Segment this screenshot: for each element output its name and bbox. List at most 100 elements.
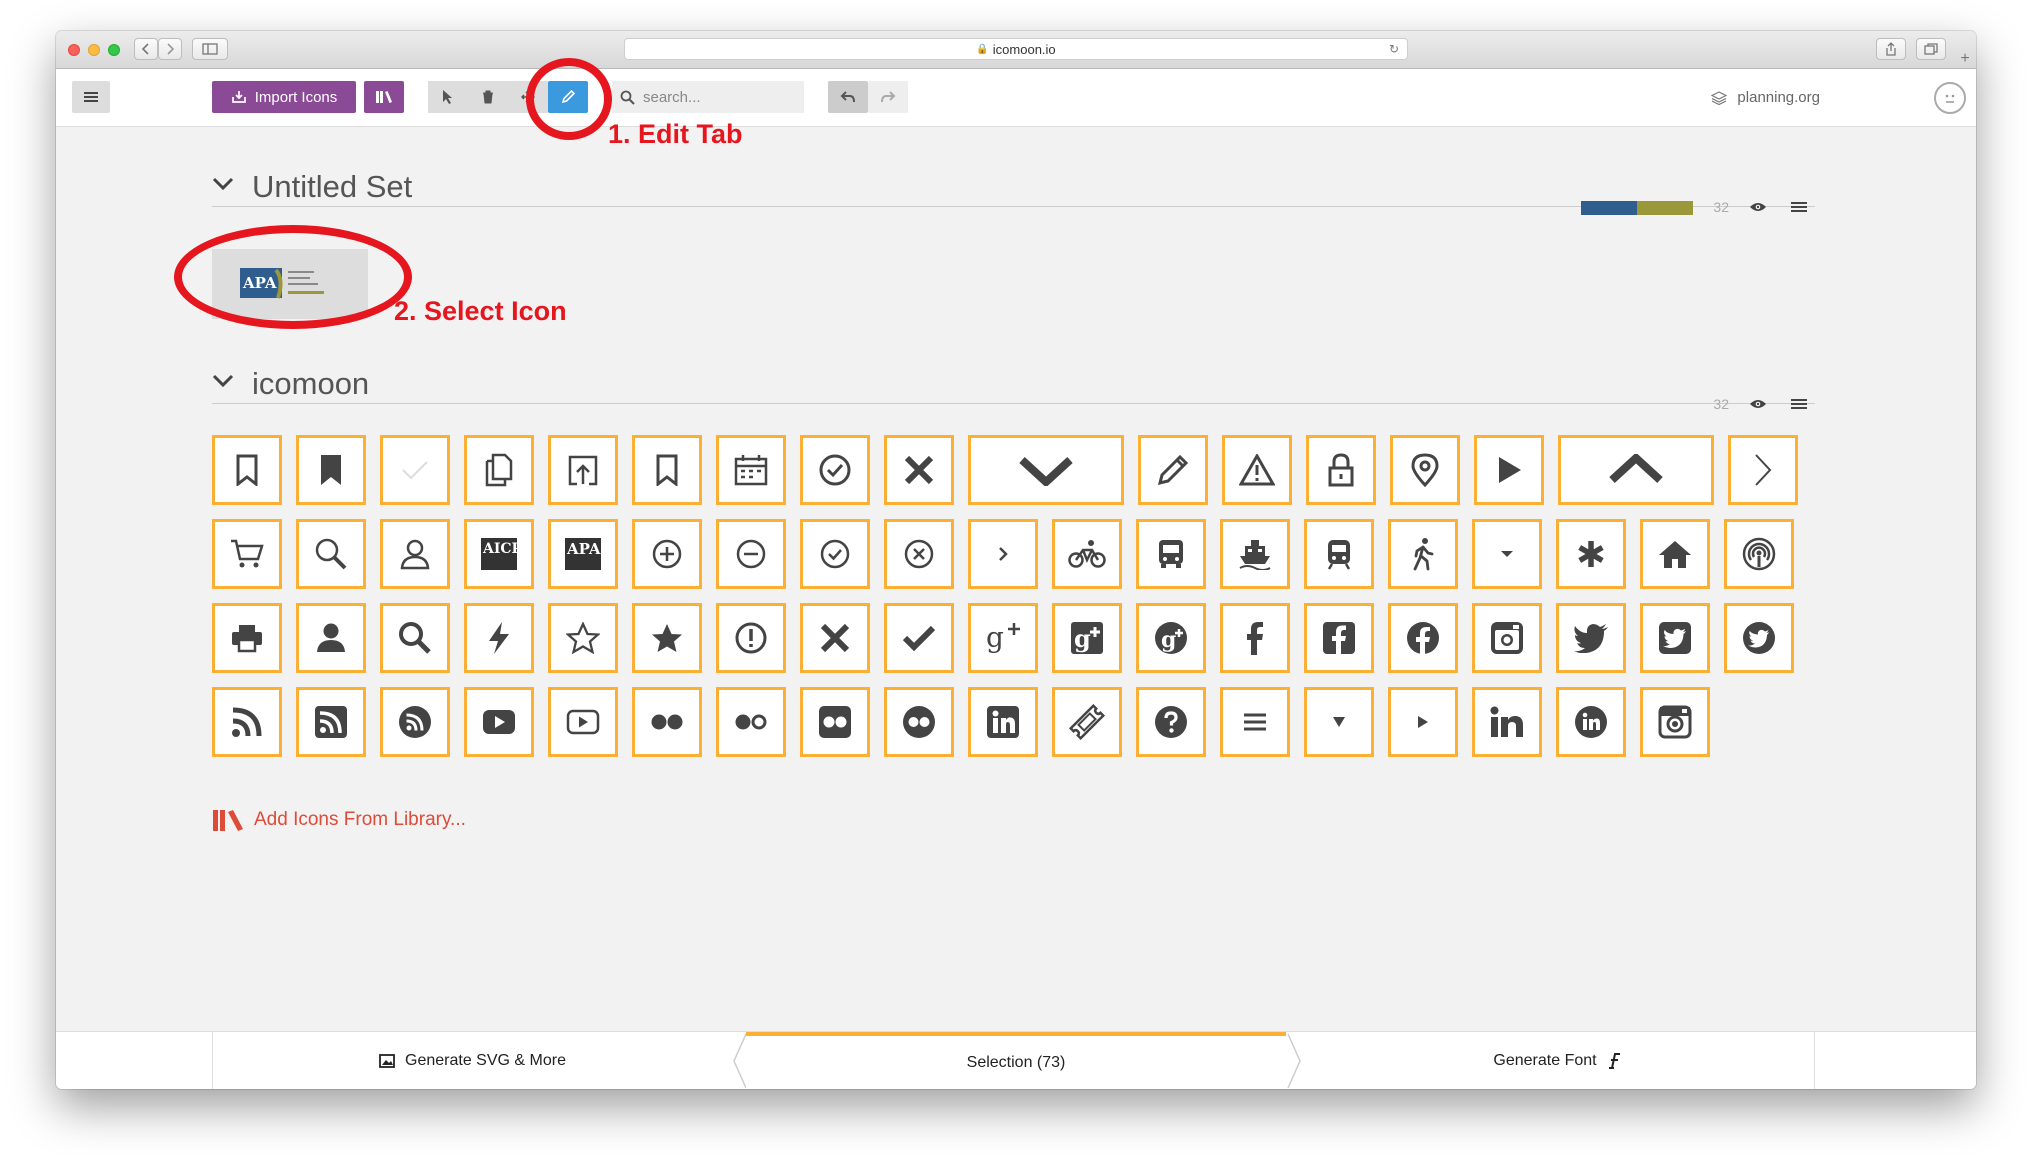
minimize-window-button[interactable] bbox=[88, 44, 100, 56]
bookmark-icon[interactable] bbox=[296, 435, 366, 505]
set-menu-icon[interactable] bbox=[1791, 201, 1807, 213]
back-button[interactable] bbox=[134, 38, 158, 60]
facebook-circle-icon[interactable] bbox=[1388, 603, 1458, 673]
bookmark-outline-icon[interactable] bbox=[212, 435, 282, 505]
tabs-button[interactable] bbox=[1916, 38, 1946, 60]
generate-font-tab[interactable]: Generate Font bbox=[1300, 1032, 1815, 1089]
google-plus-square-icon[interactable]: g bbox=[1052, 603, 1122, 673]
set-title[interactable]: icomoon bbox=[252, 366, 369, 402]
instagram-square-icon[interactable] bbox=[1640, 687, 1710, 757]
checkmark-light-icon[interactable] bbox=[380, 435, 450, 505]
new-tab-button[interactable]: + bbox=[1954, 48, 1976, 70]
twitter-icon[interactable] bbox=[1556, 603, 1626, 673]
search-2-icon[interactable] bbox=[380, 603, 450, 673]
upload-icon[interactable] bbox=[548, 435, 618, 505]
linkedin-square-icon[interactable] bbox=[968, 687, 1038, 757]
twitter-circle-icon[interactable] bbox=[1724, 603, 1794, 673]
google-plus-circle-icon[interactable]: g bbox=[1136, 603, 1206, 673]
generate-svg-tab[interactable]: Generate SVG & More bbox=[212, 1032, 732, 1089]
redo-button[interactable] bbox=[868, 81, 908, 113]
forward-button[interactable] bbox=[158, 38, 182, 60]
facebook-square-icon[interactable] bbox=[1304, 603, 1374, 673]
main-menu-button[interactable] bbox=[72, 81, 110, 113]
chevron-down-icon[interactable] bbox=[212, 177, 234, 191]
play-icon[interactable] bbox=[1474, 435, 1544, 505]
bolt-icon[interactable] bbox=[464, 603, 534, 673]
youtube-outline-icon[interactable] bbox=[548, 687, 618, 757]
icon-library-button[interactable] bbox=[364, 81, 404, 113]
printer-icon[interactable] bbox=[212, 603, 282, 673]
menu-icon[interactable] bbox=[1220, 687, 1290, 757]
close-window-button[interactable] bbox=[68, 44, 80, 56]
ferry-icon[interactable] bbox=[1220, 519, 1290, 589]
zoom-window-button[interactable] bbox=[108, 44, 120, 56]
triangle-down-icon[interactable] bbox=[1304, 687, 1374, 757]
set-title[interactable]: Untitled Set bbox=[252, 169, 412, 205]
star-outline-icon[interactable] bbox=[548, 603, 618, 673]
cart-icon[interactable] bbox=[212, 519, 282, 589]
cross-circle-icon[interactable] bbox=[884, 519, 954, 589]
set-menu-icon[interactable] bbox=[1791, 398, 1807, 410]
address-bar[interactable]: 🔒 icomoon.io ↻ bbox=[624, 38, 1408, 60]
add-icons-from-library-link[interactable]: Add Icons From Library... bbox=[212, 808, 466, 832]
rss-square-icon[interactable] bbox=[296, 687, 366, 757]
chevron-up-icon[interactable] bbox=[1558, 435, 1714, 505]
calendar-icon[interactable] bbox=[716, 435, 786, 505]
location-pin-icon[interactable] bbox=[1390, 435, 1460, 505]
search-icon[interactable] bbox=[296, 519, 366, 589]
check-bold-icon[interactable] bbox=[884, 603, 954, 673]
import-icons-button[interactable]: Import Icons bbox=[212, 81, 356, 113]
ticket-icon[interactable] bbox=[1052, 687, 1122, 757]
eye-icon[interactable] bbox=[1749, 201, 1767, 213]
rss-icon[interactable] bbox=[212, 687, 282, 757]
rss-circle-icon[interactable] bbox=[380, 687, 450, 757]
pencil-icon[interactable] bbox=[1138, 435, 1208, 505]
youtube-icon[interactable] bbox=[464, 687, 534, 757]
cross-icon[interactable] bbox=[884, 435, 954, 505]
flickr-circle-icon[interactable] bbox=[884, 687, 954, 757]
reload-icon[interactable]: ↻ bbox=[1389, 42, 1399, 56]
flickr-icon[interactable] bbox=[632, 687, 702, 757]
arrow-right-small-icon[interactable] bbox=[968, 519, 1038, 589]
flickr-2-icon[interactable] bbox=[716, 687, 786, 757]
apa-logo-icon[interactable]: APA bbox=[548, 519, 618, 589]
caret-down-icon[interactable] bbox=[1472, 519, 1542, 589]
delete-tool-button[interactable] bbox=[468, 81, 508, 113]
linkedin-icon[interactable] bbox=[1472, 687, 1542, 757]
linkedin-circle-icon[interactable] bbox=[1556, 687, 1626, 757]
facebook-icon[interactable] bbox=[1220, 603, 1290, 673]
project-switcher[interactable]: planning.org bbox=[1711, 89, 1820, 106]
bicycle-icon[interactable] bbox=[1052, 519, 1122, 589]
set-color-bar[interactable] bbox=[1581, 201, 1693, 215]
checkmark-circle-2-icon[interactable] bbox=[800, 519, 870, 589]
aicp-logo-icon[interactable]: AICP bbox=[464, 519, 534, 589]
share-button[interactable] bbox=[1876, 38, 1906, 60]
user-icon[interactable] bbox=[296, 603, 366, 673]
sidebar-toggle-button[interactable] bbox=[192, 38, 228, 60]
user-outline-icon[interactable] bbox=[380, 519, 450, 589]
chevron-down-icon[interactable] bbox=[968, 435, 1124, 505]
bookmark-outline-2-icon[interactable] bbox=[632, 435, 702, 505]
chevron-right-icon[interactable] bbox=[1728, 435, 1798, 505]
selection-tab[interactable]: Selection (73) bbox=[746, 1032, 1286, 1089]
bus-icon[interactable] bbox=[1136, 519, 1206, 589]
podcast-icon[interactable] bbox=[1724, 519, 1794, 589]
instagram-icon[interactable] bbox=[1472, 603, 1542, 673]
undo-button[interactable] bbox=[828, 81, 868, 113]
warning-icon[interactable] bbox=[1222, 435, 1292, 505]
minus-circle-icon[interactable] bbox=[716, 519, 786, 589]
cross-bold-icon[interactable] bbox=[800, 603, 870, 673]
search-field[interactable]: search... bbox=[612, 81, 804, 113]
eye-icon[interactable] bbox=[1749, 398, 1767, 410]
train-icon[interactable] bbox=[1304, 519, 1374, 589]
user-avatar[interactable] bbox=[1934, 82, 1966, 114]
checkmark-circle-icon[interactable] bbox=[800, 435, 870, 505]
question-circle-icon[interactable] bbox=[1136, 687, 1206, 757]
copy-icon[interactable] bbox=[464, 435, 534, 505]
google-plus-icon[interactable]: g bbox=[968, 603, 1038, 673]
walking-icon[interactable] bbox=[1388, 519, 1458, 589]
flickr-square-icon[interactable] bbox=[800, 687, 870, 757]
twitter-square-icon[interactable] bbox=[1640, 603, 1710, 673]
triangle-right-icon[interactable] bbox=[1388, 687, 1458, 757]
star-icon[interactable] bbox=[632, 603, 702, 673]
